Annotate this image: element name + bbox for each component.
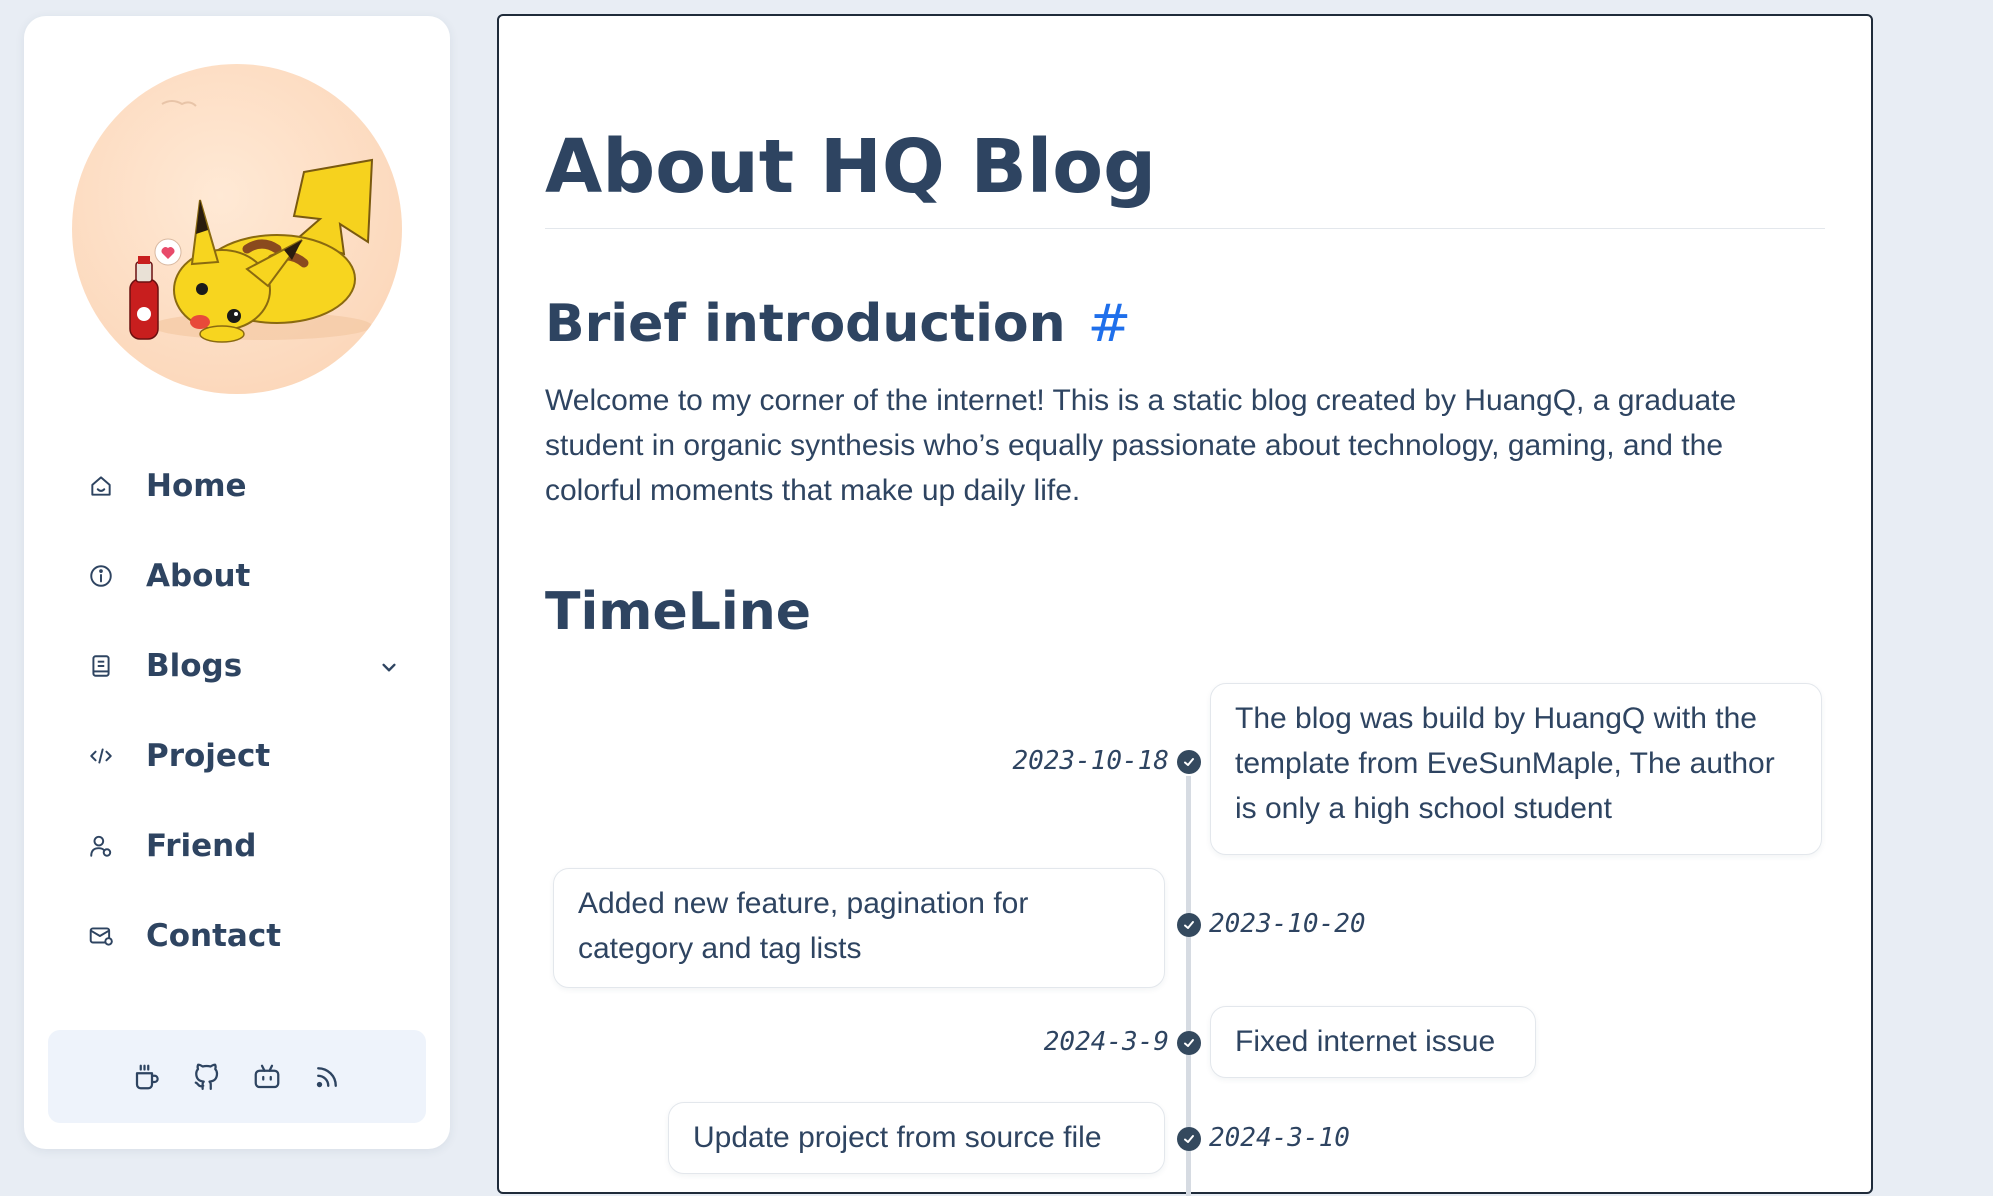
page-title: About HQ Blog [545, 124, 1157, 210]
timeline-date: 2024-3-9 [1043, 1027, 1169, 1057]
contact-mail-icon [86, 921, 116, 951]
sidebar-item-label: About [146, 558, 251, 594]
sidebar-item-label: Project [146, 738, 271, 774]
timeline-date: 2024-3-10 [1209, 1123, 1350, 1153]
title-divider [545, 228, 1825, 229]
check-circle-icon [1177, 1127, 1201, 1151]
sidebar-item-blogs[interactable]: Blogs [80, 636, 420, 696]
timeline-card: Added new feature, pagination for catego… [553, 868, 1165, 988]
heading-anchor-link[interactable]: # [1088, 294, 1132, 354]
sidebar-item-home[interactable]: Home [80, 456, 420, 516]
chevron-down-icon[interactable] [376, 654, 402, 680]
sidebar-item-contact[interactable]: Contact [80, 906, 420, 966]
section-heading-text: Brief introduction [545, 294, 1066, 354]
friend-icon [86, 831, 116, 861]
section-heading-intro: Brief introduction # [545, 294, 1131, 354]
book-icon [86, 651, 116, 681]
timeline-card: Update project from source file [668, 1102, 1165, 1174]
main-content: About HQ Blog Brief introduction # Welcom… [497, 14, 1873, 1196]
timeline-card: The blog was build by HuangQ with the te… [1210, 683, 1822, 855]
intro-paragraph: Welcome to my corner of the internet! Th… [545, 384, 1737, 507]
sidebar-item-label: Blogs [146, 648, 243, 684]
github-icon[interactable] [191, 1061, 223, 1093]
rss-icon[interactable] [311, 1061, 343, 1093]
sidebar-item-friend[interactable]: Friend [80, 816, 420, 876]
sidebar-item-label: Contact [146, 918, 282, 954]
coffee-icon[interactable] [131, 1061, 163, 1093]
check-circle-icon [1177, 1031, 1201, 1055]
info-icon [86, 561, 116, 591]
sidebar: Home About Blogs Project Friend Contact [24, 16, 450, 1149]
social-links-bar [48, 1030, 426, 1123]
timeline-date: 2023-10-20 [1209, 909, 1366, 939]
sidebar-item-label: Friend [146, 828, 257, 864]
sidebar-item-project[interactable]: Project [80, 726, 420, 786]
avatar[interactable] [72, 64, 402, 394]
section-heading-timeline: TimeLine [545, 582, 811, 642]
timeline-date: 2023-10-18 [1012, 746, 1169, 776]
check-circle-icon [1177, 750, 1201, 774]
pikachu-avatar-image [129, 100, 374, 343]
timeline-card: Fixed internet issue [1210, 1006, 1536, 1078]
sidebar-item-about[interactable]: About [80, 546, 420, 606]
check-circle-icon [1177, 913, 1201, 937]
sidebar-item-label: Home [146, 468, 247, 504]
bilibili-icon[interactable] [251, 1061, 283, 1093]
code-icon [86, 741, 116, 771]
home-icon [86, 471, 116, 501]
